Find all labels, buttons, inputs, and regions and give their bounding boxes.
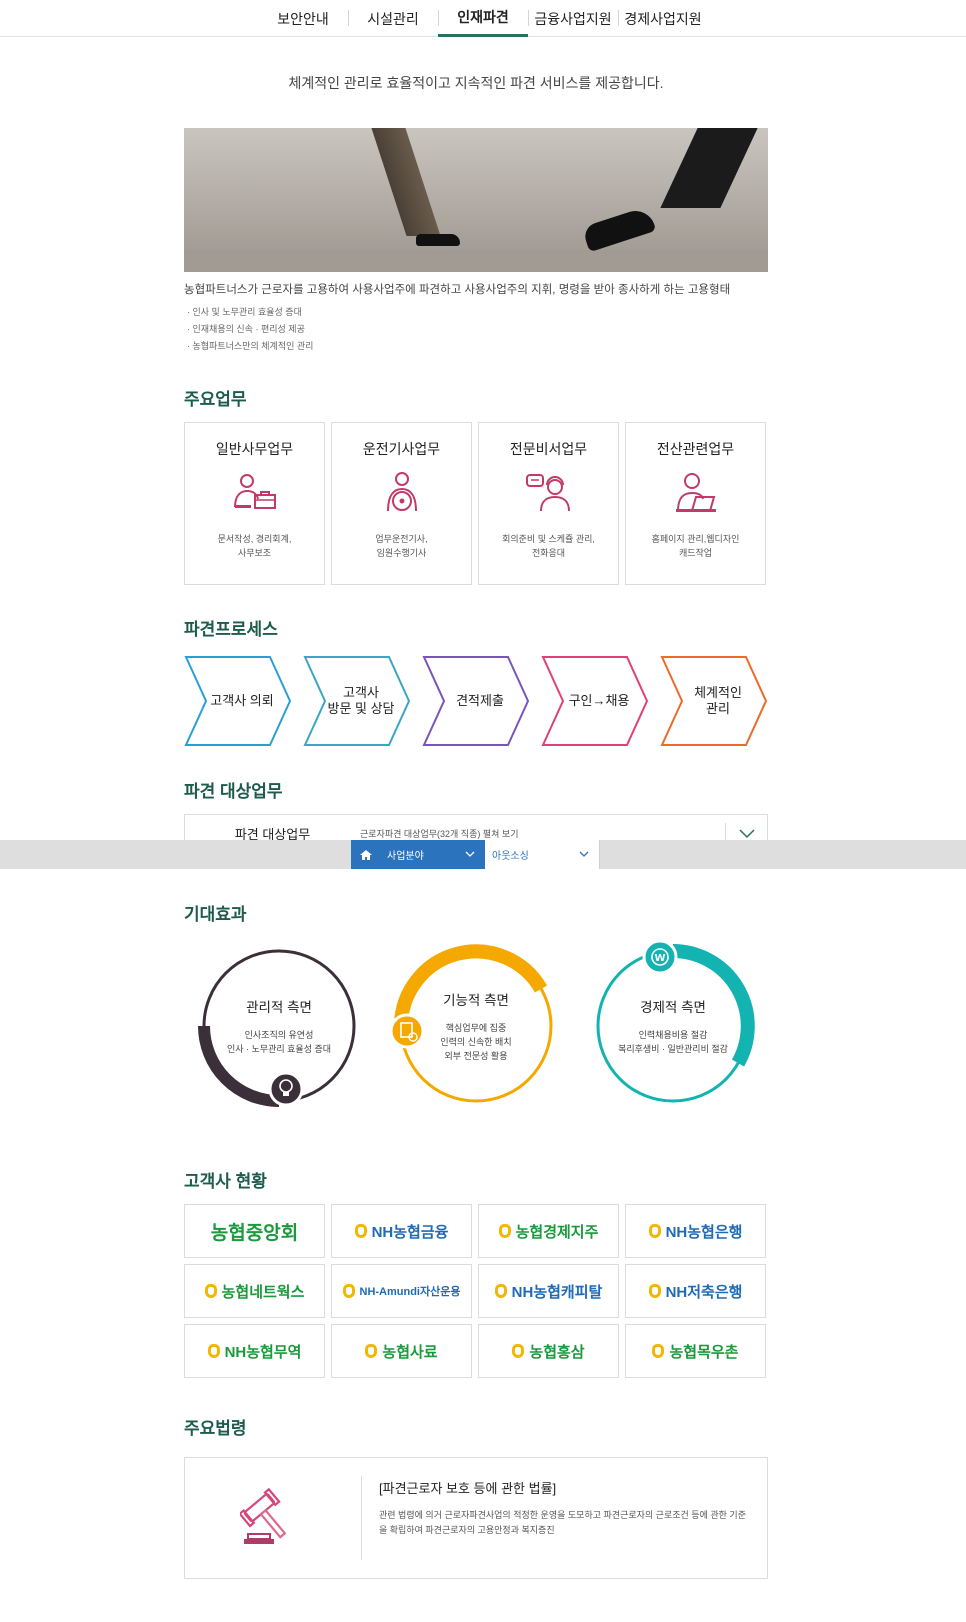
duty-card-title: 전문비서업무	[509, 441, 588, 457]
process-step-2: 고객사 방문 및 상담	[327, 685, 395, 716]
section-title-main-duties: 주요업무	[184, 390, 247, 409]
duty-card-line: 사무보조	[237, 548, 272, 558]
duty-card-driver: 운전기사업무 업무운전기사, 임원수행기사	[331, 422, 472, 585]
duty-card-line: 캐드작업	[678, 548, 713, 558]
duty-card-line: 임원수행기사	[376, 548, 427, 558]
hero-image-walking-people	[184, 128, 768, 272]
effect-function: 기능적 측면 핵심업무에 집중 인력의 신속한 배치 외부 전문성 활용	[440, 993, 512, 1061]
duty-cards: 일반사무업무 문서작성, 경리회계, 사무보조 운전기사업무 업무운전기사, 임…	[184, 422, 768, 585]
client-logo: 농협목우촌	[625, 1324, 766, 1378]
tab-economy[interactable]: 경제사업지원	[618, 0, 708, 37]
content-wrap: 체계적인 관리로 효율적이고 지속적인 파견 서비스를 제공합니다. 농협파트너…	[184, 73, 768, 852]
client-logo: 농협홍삼	[478, 1324, 619, 1378]
effects-circles: 관리적 측면 인사조직의 유연성 인사 · 노무관리 효율성 증대 기능적 측면…	[184, 941, 768, 1111]
dispatch-description: 농협파트너스가 근로자를 고용하여 사용사업주에 파견하고 사용사업주의 지휘,…	[184, 284, 731, 296]
process-flow: 고객사 의뢰 고객사 방문 및 상담 견적제출 구인→채용 체계적인 관리	[184, 655, 768, 747]
tab-facility[interactable]: 시설관리	[348, 0, 438, 37]
bullet-list: · 인사 및 노무관리 효율성 증대 · 인재채용의 신속 · 편리성 제공 ·…	[184, 304, 768, 355]
computer-worker-icon	[675, 473, 716, 512]
duty-card-line: 홈페이지 관리,웹디자인	[651, 534, 740, 544]
sticky-sub-nav: 사업분야 아웃소싱	[0, 840, 966, 869]
client-logo: NH농협캐피탈	[478, 1264, 619, 1318]
bullet-item: · 농협파트너스만의 체계적인 관리	[187, 341, 314, 351]
duty-card-title: 전산관련업무	[656, 441, 735, 457]
tab-dispatch[interactable]: 인재파견	[438, 0, 528, 37]
gavel-icon	[240, 1487, 287, 1544]
bullet-item: · 인사 및 노무관리 효율성 증대	[187, 307, 302, 317]
duty-card-title: 운전기사업무	[362, 441, 441, 457]
business-area-dropdown[interactable]: 사업분야	[351, 840, 485, 869]
section-title-law: 주요법령	[184, 1419, 247, 1438]
outsourcing-dropdown[interactable]: 아웃소싱	[485, 840, 600, 869]
client-logo: NH저축은행	[625, 1264, 766, 1318]
duty-card-computer: 전산관련업무 홈페이지 관리,웹디자인 캐드작업	[625, 422, 766, 585]
client-logo: 농협중앙회	[184, 1204, 325, 1258]
duty-card-line: 회의준비 및 스케쥴 관리,	[502, 534, 595, 544]
client-logo: NH농협금융	[331, 1204, 472, 1258]
tab-security[interactable]: 보안안내	[258, 0, 348, 37]
intro-text: 체계적인 관리로 효율적이고 지속적인 파견 서비스를 제공합니다.	[288, 75, 664, 91]
duty-card-line: 전화응대	[531, 548, 566, 558]
driver-icon	[386, 472, 417, 512]
client-logo: 농협경제지주	[478, 1204, 619, 1258]
client-logo: NH농협무역	[184, 1324, 325, 1378]
outsourcing-label: 아웃소싱	[492, 851, 529, 862]
effect-management: 관리적 측면 인사조직의 유연성 인사 · 노무관리 효율성 증대	[226, 1000, 332, 1054]
chevron-down-icon	[465, 851, 475, 857]
bullet-item: · 인재채용의 신속 · 편리성 제공	[187, 324, 305, 334]
section-title-clients: 고객사 현황	[184, 1172, 267, 1191]
process-step-5: 체계적인 관리	[694, 685, 742, 716]
tab-finance[interactable]: 금융사업지원	[528, 0, 618, 37]
client-logo: NH-Amundi자산운용	[331, 1264, 472, 1318]
chevron-down-icon	[579, 851, 589, 857]
client-logo: 농협네트웍스	[184, 1264, 325, 1318]
process-step-3: 견적제출	[456, 693, 504, 708]
business-area-label: 사업분야	[387, 851, 424, 862]
section-title-target-duties: 파견 대상업무	[184, 782, 283, 801]
duty-card-line: 업무운전기사,	[375, 534, 428, 544]
section-title-process: 파견프로세스	[184, 620, 278, 639]
law-heading: [파견근로자 보호 등에 관한 법률]	[379, 1481, 557, 1496]
process-step-1: 고객사 의뢰	[210, 693, 274, 708]
client-logo: NH농협은행	[625, 1204, 766, 1258]
law-body: 관련 법령에 의거 근로자파견사업의 적정한 운영을 도모하고 파견근로자의 근…	[379, 1510, 746, 1535]
office-worker-icon	[233, 474, 276, 509]
content-wrap-lower: 기대효과 관리적 측면 인사조직의 유연성 인사 · 노무관리 효율성 증대 기…	[184, 900, 768, 1579]
duty-card-secretary: 전문비서업무 회의준비 및 스케쥴 관리, 전화응대	[478, 422, 619, 585]
home-icon	[360, 849, 372, 860]
secretary-headset-icon	[525, 474, 570, 512]
law-box: [파견근로자 보호 등에 관한 법률] 관련 법령에 의거 근로자파견사업의 적…	[184, 1457, 768, 1579]
duty-card-office: 일반사무업무 문서작성, 경리회계, 사무보조	[184, 422, 325, 585]
effect-economy: 경제적 측면 인력채용비용 절감 복리후생비 · 일반관리비 절감	[618, 1000, 728, 1054]
accordion-summary: 근로자파견 대상업무(32개 직종) 펼쳐 보기	[360, 829, 519, 839]
duty-card-line: 문서작성, 경리회계,	[217, 534, 292, 544]
top-tab-nav: 보안안내 시설관리 인재파견 금융사업지원 경제사업지원	[0, 0, 966, 37]
process-step-4: 구인→채용	[568, 693, 630, 708]
duty-card-title: 일반사무업무	[215, 441, 294, 457]
section-title-effects: 기대효과	[184, 905, 247, 924]
client-logo: 농협사료	[331, 1324, 472, 1378]
client-logo-grid: 농협중앙회 NH농협금융 농협경제지주 NH농협은행 농협네트웍스 NH-Amu…	[184, 1204, 768, 1378]
